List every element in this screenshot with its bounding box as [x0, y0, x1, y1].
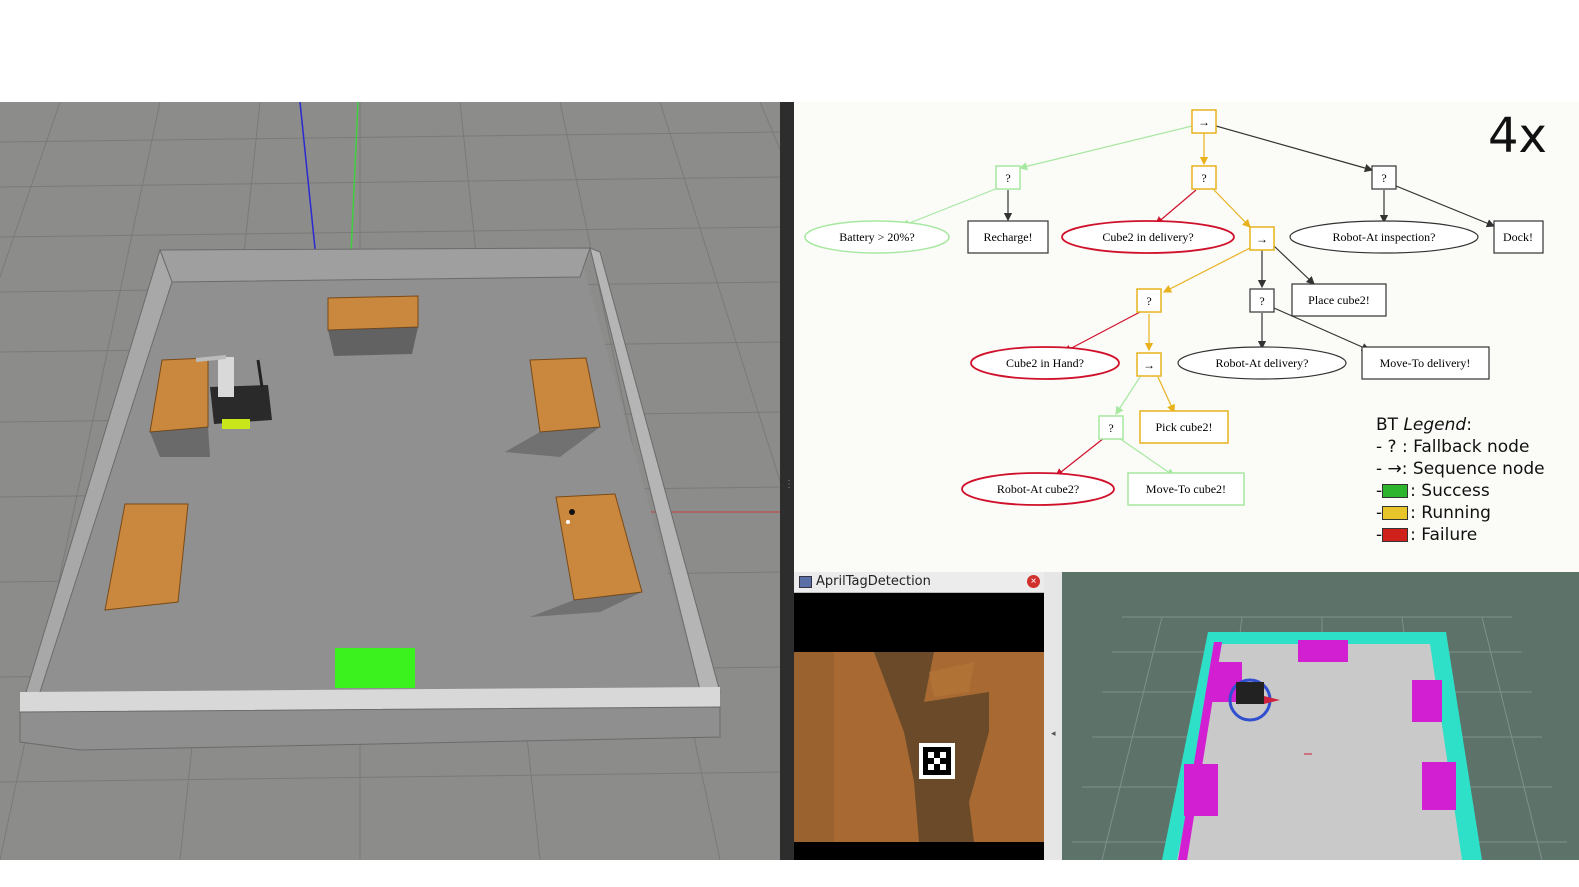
apriltag-window[interactable]: AprilTagDetection ×	[794, 572, 1044, 860]
svg-text:?: ?	[1146, 294, 1151, 308]
bt-legend: BT Legend: - ? : Fallback node - →: Sequ…	[1376, 414, 1545, 546]
bt-robot-inspection-condition: Robot-At inspection?	[1289, 220, 1479, 254]
gazebo-3d-view[interactable]	[0, 102, 780, 860]
bt-robot-delivery-condition: Robot-At delivery?	[1177, 346, 1347, 380]
bt-pick-action: Pick cube2!	[1139, 410, 1229, 444]
bt-fallback-dock: ?	[1371, 165, 1397, 190]
apriltag-window-title: AprilTagDetection	[816, 574, 931, 589]
bt-place-sequence: →	[1249, 226, 1275, 251]
legend-success: -: Success	[1376, 481, 1490, 501]
bt-root-sequence: →	[1191, 109, 1217, 134]
svg-text:Cube2 in Hand?: Cube2 in Hand?	[1006, 356, 1084, 370]
bt-fallback-hand: ?	[1136, 288, 1162, 313]
svg-text:?: ?	[1108, 421, 1113, 435]
legend-title: BT Legend:	[1376, 415, 1472, 435]
svg-text:Recharge!: Recharge!	[983, 230, 1032, 244]
obstacle-table-right-bottom	[1422, 762, 1456, 810]
svg-text:Battery > 20%?: Battery > 20%?	[839, 230, 914, 244]
failure-swatch	[1382, 528, 1409, 542]
svg-text:Move-To delivery!: Move-To delivery!	[1380, 356, 1471, 370]
svg-text:Pick cube2!: Pick cube2!	[1156, 420, 1213, 434]
bt-pick-sequence: →	[1136, 352, 1162, 377]
svg-text:?: ?	[1201, 171, 1206, 185]
legend-running: -: Running	[1376, 503, 1491, 523]
obstacle-table-right-top	[1412, 680, 1442, 722]
legend-failure: -: Failure	[1376, 525, 1478, 545]
playback-speed-label: 4x	[1488, 108, 1547, 164]
bt-move-cube-action: Move-To cube2!	[1127, 472, 1245, 506]
camera-image	[794, 652, 1044, 842]
bt-robot-cube-condition: Robot-At cube2?	[961, 472, 1115, 506]
table-back	[327, 295, 419, 356]
svg-text:Robot-At inspection?: Robot-At inspection?	[1333, 230, 1436, 244]
bt-cube2-hand-condition: Cube2 in Hand?	[970, 346, 1120, 380]
legend-sequence: - →: Sequence node	[1376, 459, 1545, 479]
svg-text:?: ?	[1259, 294, 1264, 308]
front-wall	[19, 706, 721, 751]
delivery-zone	[335, 648, 415, 688]
svg-text:→: →	[1198, 115, 1210, 129]
running-swatch	[1382, 506, 1409, 520]
svg-text:Place cube2!: Place cube2!	[1308, 293, 1370, 307]
svg-text:?: ?	[1381, 171, 1386, 185]
collapse-arrow-icon[interactable]: ◂	[1051, 728, 1056, 739]
svg-text:Robot-At delivery?: Robot-At delivery?	[1216, 356, 1309, 370]
bt-fallback-robot-delivery: ?	[1249, 288, 1275, 313]
svg-text:→: →	[1143, 358, 1155, 372]
svg-text:Dock!: Dock!	[1503, 230, 1533, 244]
rviz-map-view[interactable]	[1062, 572, 1579, 860]
bt-place-action: Place cube2!	[1291, 283, 1387, 317]
obstacle-table-top	[1298, 640, 1348, 662]
bt-dock-action: Dock!	[1493, 220, 1544, 254]
bt-fallback-delivery: ?	[1191, 165, 1217, 190]
svg-text:Move-To cube2!: Move-To cube2!	[1146, 482, 1226, 496]
rviz-scene	[1072, 616, 1567, 860]
success-swatch	[1382, 484, 1409, 498]
rviz-splitter[interactable]	[1044, 572, 1062, 860]
obstacle-table-left-bottom	[1184, 764, 1218, 816]
gazebo-scene	[0, 102, 780, 860]
bt-fallback-battery: ?	[995, 165, 1021, 190]
bt-cube2-delivery-condition: Cube2 in delivery?	[1061, 220, 1235, 254]
divider-grip-icon[interactable]: ⋮	[784, 470, 794, 500]
close-icon[interactable]: ×	[1027, 575, 1040, 588]
sequence-arrow-icon: →	[1387, 459, 1402, 479]
svg-text:Cube2 in delivery?: Cube2 in delivery?	[1102, 230, 1193, 244]
svg-text:?: ?	[1005, 171, 1010, 185]
bt-fallback-cube: ?	[1098, 415, 1124, 440]
bt-battery-condition: Battery > 20%?	[804, 220, 950, 254]
svg-text:→: →	[1256, 232, 1268, 246]
behavior-tree-view: → ? ? ? Battery > 20%? Recharge! Cube2 i…	[794, 102, 1579, 572]
svg-text:Robot-At cube2?: Robot-At cube2?	[997, 482, 1079, 496]
legend-fallback: - ? : Fallback node	[1376, 437, 1530, 457]
apriltag-titlebar[interactable]: AprilTagDetection ×	[794, 572, 1044, 593]
window-app-icon	[799, 576, 812, 588]
bt-move-delivery-action: Move-To delivery!	[1361, 346, 1490, 380]
back-wall	[159, 247, 591, 283]
bt-recharge-action: Recharge!	[967, 220, 1049, 254]
